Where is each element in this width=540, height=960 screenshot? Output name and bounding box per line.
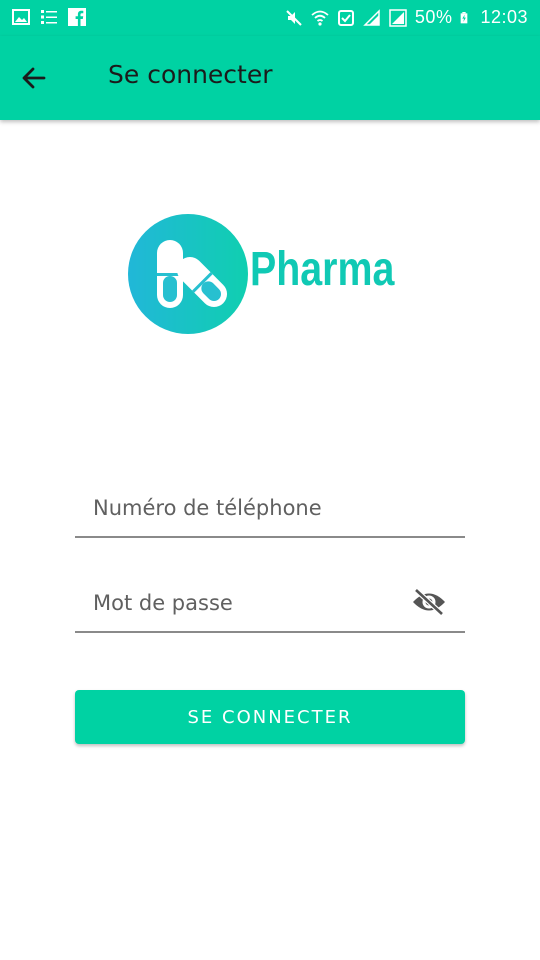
signal-icon — [389, 8, 407, 27]
list-icon — [41, 10, 57, 24]
page-title: Se connecter — [108, 60, 273, 89]
signal-icon — [363, 8, 380, 26]
password-input[interactable] — [93, 583, 393, 623]
facebook-icon — [68, 8, 86, 26]
status-bar: 50% 12:03 — [0, 0, 540, 36]
eye-off-icon — [413, 588, 445, 616]
pill-icon — [157, 240, 228, 308]
back-button[interactable] — [14, 58, 54, 98]
phone-input[interactable] — [93, 488, 393, 528]
battery-charging-icon — [461, 11, 468, 23]
password-field[interactable] — [75, 575, 465, 633]
battery-percent: 50% — [414, 7, 453, 27]
arrow-back-icon — [22, 67, 46, 89]
app-bar: Se connecter — [0, 36, 540, 120]
clock: 12:03 — [480, 7, 528, 27]
toggle-password-visibility-button[interactable] — [411, 587, 447, 617]
status-right-icons: 50% 12:03 — [285, 7, 528, 28]
gallery-icon — [12, 9, 30, 25]
login-button[interactable]: SE CONNECTER — [75, 690, 465, 744]
wifi-icon — [311, 10, 329, 26]
mute-icon — [286, 9, 302, 26]
phone-field[interactable] — [75, 480, 465, 538]
logo-text: Pharma — [250, 243, 395, 296]
pharma-logo: Pharma — [128, 214, 418, 336]
notification-icon — [337, 9, 354, 26]
status-left-icons — [12, 8, 86, 26]
